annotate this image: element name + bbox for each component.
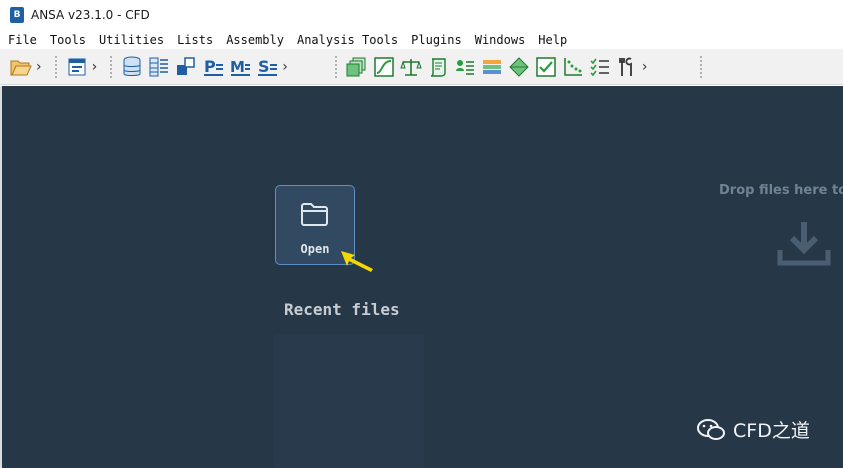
folder-icon (300, 202, 330, 232)
svg-text:S: S (258, 57, 270, 76)
scroll-icon[interactable] (427, 56, 449, 78)
recent-files-heading: Recent files (284, 300, 400, 319)
wechat-logo-icon (697, 418, 725, 441)
title-bar: B ANSA v23.1.0 - CFD (0, 0, 843, 30)
svg-text:P: P (204, 57, 216, 76)
database-icon[interactable] (121, 56, 143, 78)
menu-windows[interactable]: Windows (475, 33, 526, 47)
menu-help[interactable]: Help (538, 33, 567, 47)
layers-icon[interactable] (346, 56, 368, 78)
menu-analysis-tools[interactable]: Analysis Tools (297, 33, 398, 47)
menu-bar: File Tools Utilities Lists Assembly Anal… (0, 30, 843, 49)
main-toolbar: › › P M S › › (0, 49, 843, 85)
parts-icon[interactable] (175, 56, 197, 78)
toolbar-more-chevron[interactable]: › (642, 59, 648, 75)
start-workspace: Open Recent files Drop files here to CFD… (2, 86, 843, 468)
watermark: CFD之道 (697, 416, 810, 443)
stack-icon[interactable] (481, 56, 503, 78)
svg-text:M: M (230, 58, 245, 76)
menu-assembly[interactable]: Assembly (226, 33, 284, 47)
menu-file[interactable]: File (8, 33, 37, 47)
drop-files-hint: Drop files here to (719, 183, 843, 198)
toolbar-separator (109, 54, 114, 79)
checklist-icon[interactable] (589, 56, 611, 78)
tools-icon[interactable] (616, 56, 638, 78)
open-button-label: Open (300, 242, 330, 256)
toolbar-separator (333, 54, 338, 79)
shape-icon[interactable] (508, 56, 530, 78)
watermark-text: CFD之道 (733, 420, 810, 442)
menu-plugins[interactable]: Plugins (411, 33, 462, 47)
check-icon[interactable] (535, 56, 557, 78)
download-drop-icon (777, 220, 831, 270)
toolbar-more-chevron[interactable]: › (92, 59, 98, 75)
curve-icon[interactable] (373, 56, 395, 78)
toolbar-more-chevron[interactable]: › (36, 59, 42, 75)
toolbar-separator (53, 54, 58, 79)
menu-utilities[interactable]: Utilities (99, 33, 164, 47)
cube-grid-icon[interactable] (148, 56, 170, 78)
chart-icon[interactable] (562, 56, 584, 78)
model-tree-icon[interactable] (454, 56, 476, 78)
toolbar-separator (699, 54, 704, 79)
balance-icon[interactable] (400, 56, 422, 78)
properties-p-icon[interactable]: P (202, 56, 224, 78)
materials-m-icon[interactable]: M (229, 56, 251, 78)
menu-lists[interactable]: Lists (177, 33, 213, 47)
panel-icon[interactable] (66, 56, 88, 78)
sets-s-icon[interactable]: S (256, 56, 278, 78)
toolbar-more-chevron[interactable]: › (282, 59, 288, 75)
folder-open-icon[interactable] (10, 56, 32, 78)
recent-files-list (274, 334, 424, 468)
menu-tools[interactable]: Tools (50, 33, 86, 47)
pointer-arrow-annotation (339, 248, 377, 278)
window-title: ANSA v23.1.0 - CFD (31, 8, 150, 22)
ansa-app-icon: B (10, 7, 24, 23)
